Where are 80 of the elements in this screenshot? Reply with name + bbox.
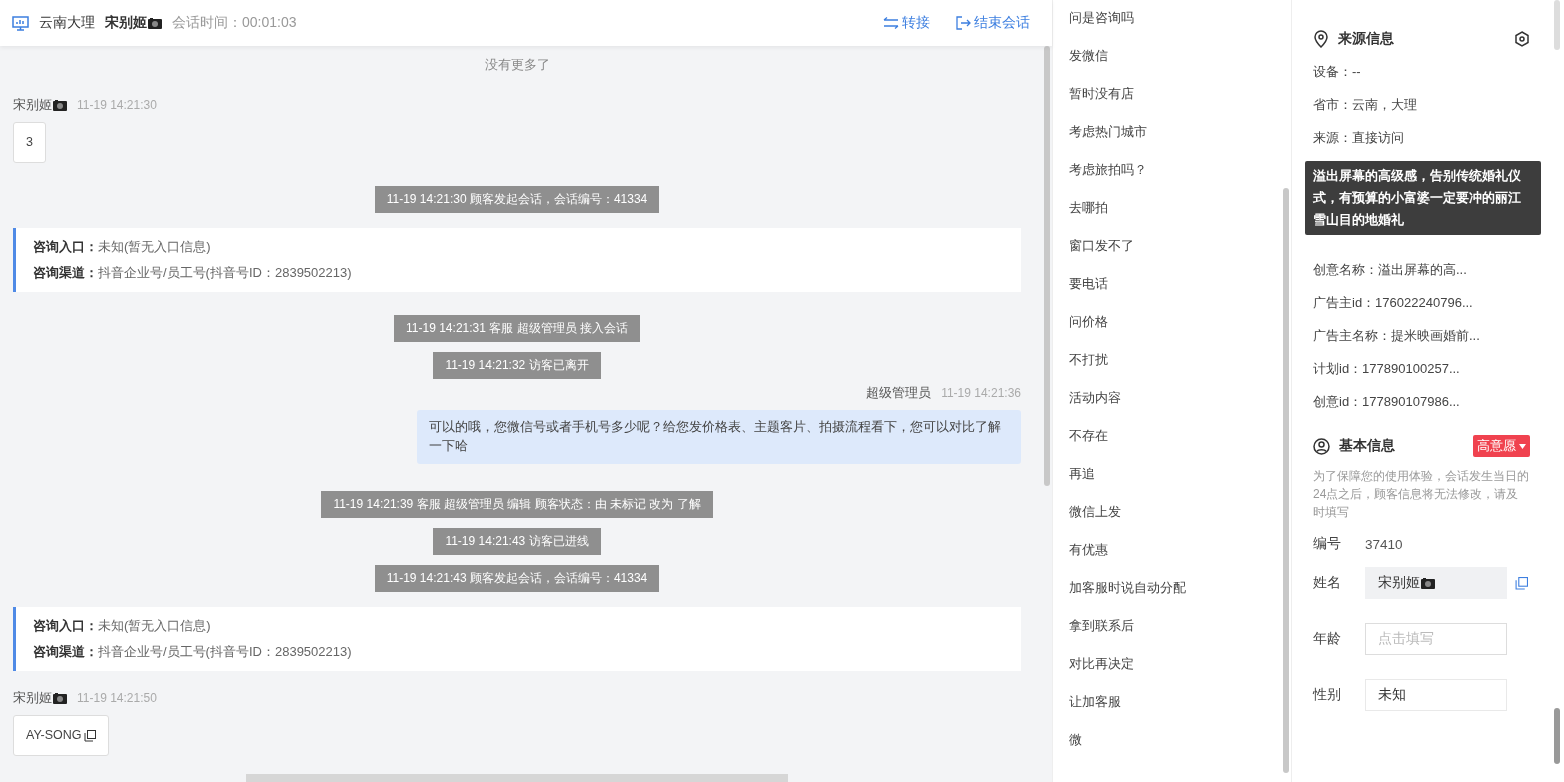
entry-info-line: 咨询入口：未知(暂无入口信息) [33,238,212,256]
quick-reply-item[interactable]: 拿到联系后 [1069,616,1275,654]
scrollbar[interactable] [1554,0,1560,50]
system-message: 11-19 14:21:32 访客已离开 [433,352,601,379]
system-message: 11-19 14:21:31 客服 超级管理员 接入会话 [394,315,640,342]
entry-info-line: 咨询入口：未知(暂无入口信息) [33,617,212,635]
field-label: 编号 [1313,535,1342,553]
camera-icon [53,99,67,111]
source-info-row-text: 广告主名称：提米映画婚前... [1313,327,1481,345]
settings-icon[interactable] [1514,31,1530,47]
source-info-row-text: 创意名称：溢出屏幕的高... [1313,261,1468,279]
quick-reply-item[interactable]: 发微信 [1069,46,1275,84]
notice-text: 为了保障您的使用体验，会话发生当日的24点之后，顾客信息将无法修改，请及时填写 [1313,468,1530,521]
input-field[interactable]: 未知 [1365,679,1507,711]
source-info-row-text: 省市：云南，大理 [1313,96,1418,114]
end-session-link[interactable]: 结束会话 [956,14,1030,32]
quick-reply-item[interactable]: 让加客服 [1069,692,1275,730]
quick-reply-item[interactable]: 去哪拍 [1069,198,1275,236]
copy-icon[interactable] [83,729,96,742]
agent-name: 超级管理员 [866,384,932,402]
quick-reply-item[interactable]: 再追 [1069,464,1275,502]
location-pin-icon [1313,30,1329,48]
user-circle-icon [1313,437,1330,455]
agent-message: 可以的哦，您微信号或者手机号多少呢？给您发价格表、主题客片、拍摄流程看下，您可以对比了解一下哈 [417,410,1021,464]
no-more-notice: 没有更多了 [484,56,550,74]
source-info-row-text: 创意id：177890107986... [1313,393,1461,411]
message-time: 11-19 14:21:36 [941,386,1021,400]
quick-reply-item[interactable]: 微信上发 [1069,502,1275,540]
quick-reply-item[interactable]: 不打扰 [1069,350,1275,388]
tooltip: 溢出屏幕的高级感，告别传统婚礼仪式，有预算的小富婆一定要冲的丽江雪山目的地婚礼 [1305,161,1541,235]
customer-message: 3 [13,122,46,163]
system-message: 11-19 14:21:30 顾客发起会话，会话编号：41334 [374,186,660,213]
transfer-link[interactable]: 转接 [883,14,930,32]
scrollbar[interactable] [1554,708,1560,764]
field-label: 姓名 [1313,574,1342,592]
message-time: 11-19 14:21:30 [77,98,157,112]
intent-tag[interactable]: 高意愿 [1473,435,1530,457]
monitor-icon [12,15,29,31]
scrollbar[interactable] [1044,46,1050,486]
customer-name: 宋别姬 [13,689,67,707]
system-message: 11-19 14:21:39 客服 超级管理员 编辑 顾客状态：由 未标记 改为 了解 [321,491,713,518]
quick-reply-item[interactable]: 考虑旅拍吗？ [1069,160,1275,198]
quick-reply-item[interactable]: 微 [1069,730,1275,768]
swap-icon [883,17,899,29]
quick-reply-item[interactable]: 窗口发不了 [1069,236,1275,274]
section-title: 来源信息 [1338,30,1394,48]
field-label: 性别 [1313,686,1342,704]
customer-name: 宋别姬 [13,96,67,114]
camera-icon [148,17,162,29]
entry-info-line: 咨询渠道：抖音企业号/员工号(抖音号ID：2839502213) [33,643,353,661]
system-message: 11-19 14:21:43 访客已进线 [433,528,601,555]
source-info-row-text: 来源：直接访问 [1313,129,1405,147]
entry-info-line: 咨询渠道：抖音企业号/员工号(抖音号ID：2839502213) [33,264,353,282]
quick-reply-item[interactable]: 有优惠 [1069,540,1275,578]
location-text: 云南大理 [39,14,95,32]
customer-message: AY-SONG [13,715,109,756]
quick-reply-item[interactable]: 暂时没有店 [1069,84,1275,122]
quick-reply-item[interactable]: 考虑热门城市 [1069,122,1275,160]
quick-reply-item[interactable]: 问价格 [1069,312,1275,350]
visitor-name: 宋别姬 [105,14,162,32]
camera-icon [53,692,67,704]
source-info-row-text: 设备：-- [1313,63,1362,81]
quick-reply-item[interactable]: 对比再决定 [1069,654,1275,692]
input-field[interactable]: 宋别姬 [1365,567,1507,599]
quick-reply-item[interactable]: 活动内容 [1069,388,1275,426]
quick-reply-item[interactable]: 要电话 [1069,274,1275,312]
source-info-row-text: 广告主id：176022240796... [1313,294,1474,312]
system-message: 11-19 14:21:43 顾客发起会话，会话编号：41334 [374,565,660,592]
scrollbar[interactable] [1283,188,1289,773]
quick-reply-item[interactable]: 加客服时说自动分配 [1069,578,1275,616]
exit-icon [956,16,971,30]
field-label: 年龄 [1313,630,1342,648]
quick-reply-item[interactable]: 问是咨询吗 [1069,8,1275,46]
field-value: 37410 [1365,536,1403,552]
section-title: 基本信息 [1339,437,1395,455]
session-duration: 会话时间：00:01:03 [172,14,297,32]
source-info-row-text: 计划id：177890100257... [1313,360,1461,378]
message-time: 11-19 14:21:50 [77,691,157,705]
caret-icon [1519,443,1526,449]
quick-reply-item[interactable]: 不存在 [1069,426,1275,464]
